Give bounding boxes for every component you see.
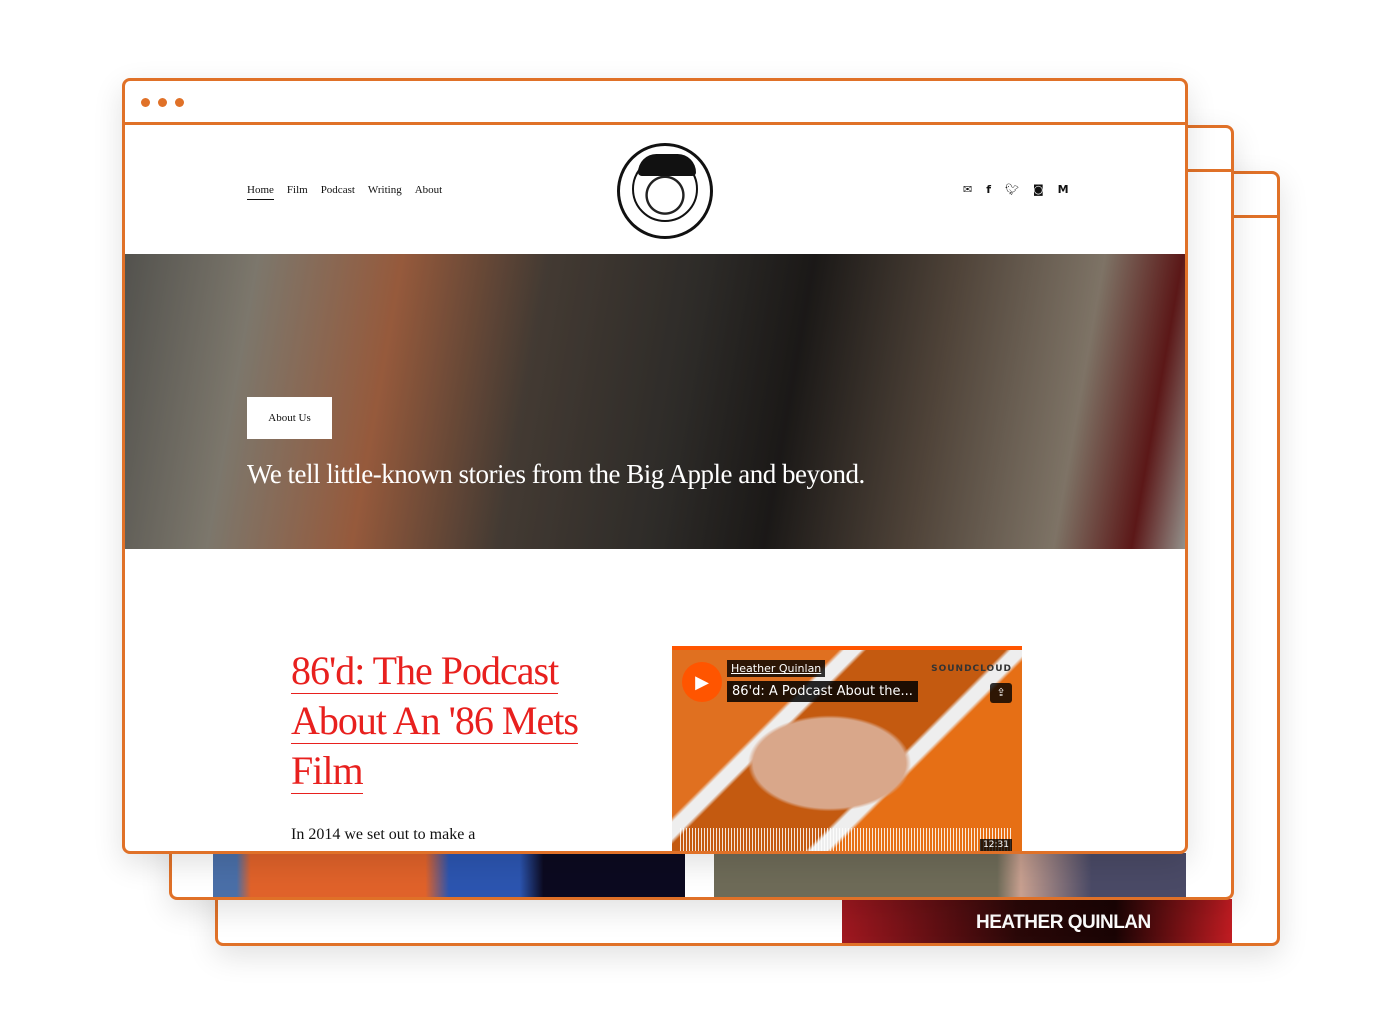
intro-text: In 2014 we set out to make a xyxy=(291,826,476,843)
hero-tagline: We tell little-known stories from the Bi… xyxy=(247,459,865,489)
thumbnail-image xyxy=(213,853,685,897)
medium-icon[interactable]: M xyxy=(1058,183,1069,196)
nav-writing[interactable]: Writing xyxy=(368,184,402,200)
nav-about[interactable]: About xyxy=(415,184,443,200)
title-line[interactable]: Film xyxy=(291,748,364,794)
facebook-icon[interactable]: f xyxy=(986,183,991,196)
share-icon[interactable]: ⇪ xyxy=(990,683,1012,703)
window-bar xyxy=(125,81,1185,125)
instagram-icon[interactable]: ◙ xyxy=(1033,183,1044,196)
soundcloud-player: ▶ Heather Quinlan 86'd: A Podcast About … xyxy=(672,646,1022,851)
nav-film[interactable]: Film xyxy=(287,184,308,200)
mail-icon[interactable]: ✉ xyxy=(963,183,972,196)
window-dot[interactable] xyxy=(158,98,167,107)
main-nav: Home Film Podcast Writing About xyxy=(247,184,442,200)
window-dot[interactable] xyxy=(141,98,150,107)
track-duration: 12:31 xyxy=(980,839,1012,851)
waveform[interactable] xyxy=(680,828,1012,851)
window-dot[interactable] xyxy=(175,98,184,107)
hero-banner: About Us We tell little-known stories fr… xyxy=(125,254,1185,549)
soundcloud-logo[interactable]: SOUNDCLOUD xyxy=(931,664,1012,674)
heather-quinlan-banner: HEATHER QUINLAN xyxy=(842,899,1232,943)
nav-podcast[interactable]: Podcast xyxy=(321,184,355,200)
browser-window: Home Film Podcast Writing About ✉ f 🐦︎ ◙… xyxy=(122,78,1188,854)
about-us-button[interactable]: About Us xyxy=(247,397,332,439)
track-title[interactable]: 86'd: A Podcast About the... xyxy=(727,681,918,702)
title-line[interactable]: 86'd: The Podcast xyxy=(291,648,559,694)
twitter-icon[interactable]: 🐦︎ xyxy=(1005,183,1019,196)
social-links: ✉ f 🐦︎ ◙ M xyxy=(963,183,1069,196)
nav-home[interactable]: Home xyxy=(247,184,274,200)
thumbnail-image xyxy=(714,853,1186,897)
play-icon[interactable]: ▶ xyxy=(682,662,722,702)
canvasback-kid-logo[interactable] xyxy=(617,143,713,239)
soundcloud-user[interactable]: Heather Quinlan xyxy=(727,660,826,677)
title-line[interactable]: About An '86 Mets xyxy=(291,698,579,744)
podcast-title[interactable]: 86'd: The Podcast About An '86 Mets Film xyxy=(291,646,611,796)
